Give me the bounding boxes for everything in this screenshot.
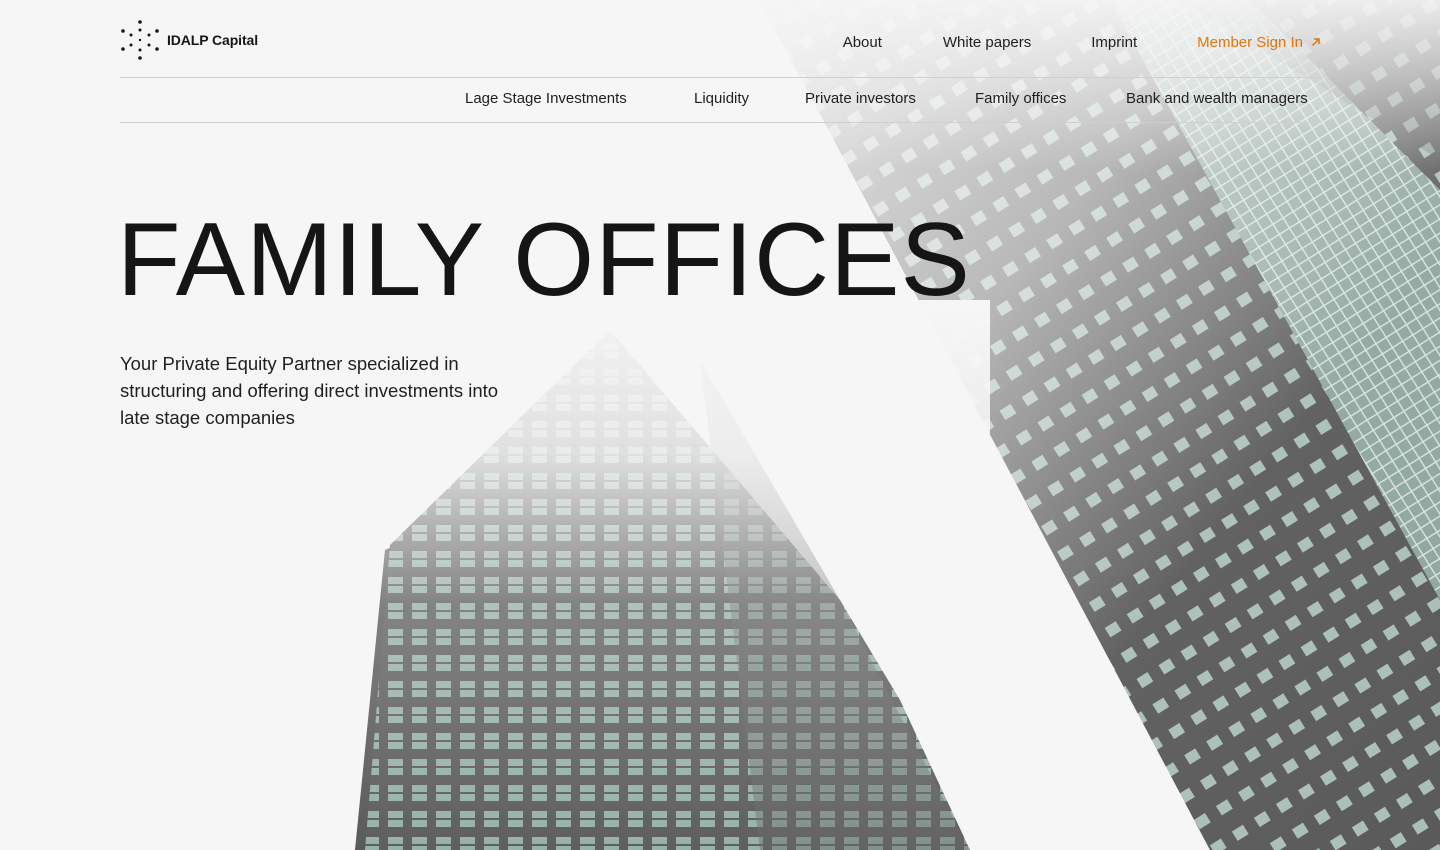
nav-white-papers-link[interactable]: White papers (943, 34, 1031, 51)
brand-name: IDALP Capital (167, 32, 259, 48)
arrow-up-right-icon (1311, 38, 1320, 47)
top-header: IDALP Capital About White papers Imprint… (120, 0, 1322, 78)
hero-description: Your Private Equity Partner specialized … (120, 353, 499, 428)
top-navigation: About White papers Imprint Member Sign I… (843, 32, 1322, 52)
brand-logo[interactable]: IDALP Capital (120, 19, 258, 61)
subnav-family-offices[interactable]: Family offices (975, 90, 1066, 107)
subnav-liquidity[interactable]: Liquidity (694, 90, 749, 107)
nav-about-link[interactable]: About (843, 34, 882, 51)
subnav-private-investors[interactable]: Private investors (805, 90, 916, 107)
member-sign-in-link[interactable]: Member Sign In (1197, 34, 1322, 51)
nav-imprint-link[interactable]: Imprint (1091, 34, 1137, 51)
logo-dots-icon (121, 20, 159, 60)
subnav-bank-wealth-managers[interactable]: Bank and wealth managers (1126, 90, 1308, 107)
subnav-late-stage-investments[interactable]: Lage Stage Investments (465, 90, 627, 107)
page: IDALP Capital About White papers Imprint… (0, 0, 1440, 850)
section-navigation: Lage Stage Investments Liquidity Private… (120, 78, 1322, 123)
member-sign-in-label: Member Sign In (1197, 33, 1303, 51)
page-title: FAMILY OFFICES (117, 202, 971, 318)
